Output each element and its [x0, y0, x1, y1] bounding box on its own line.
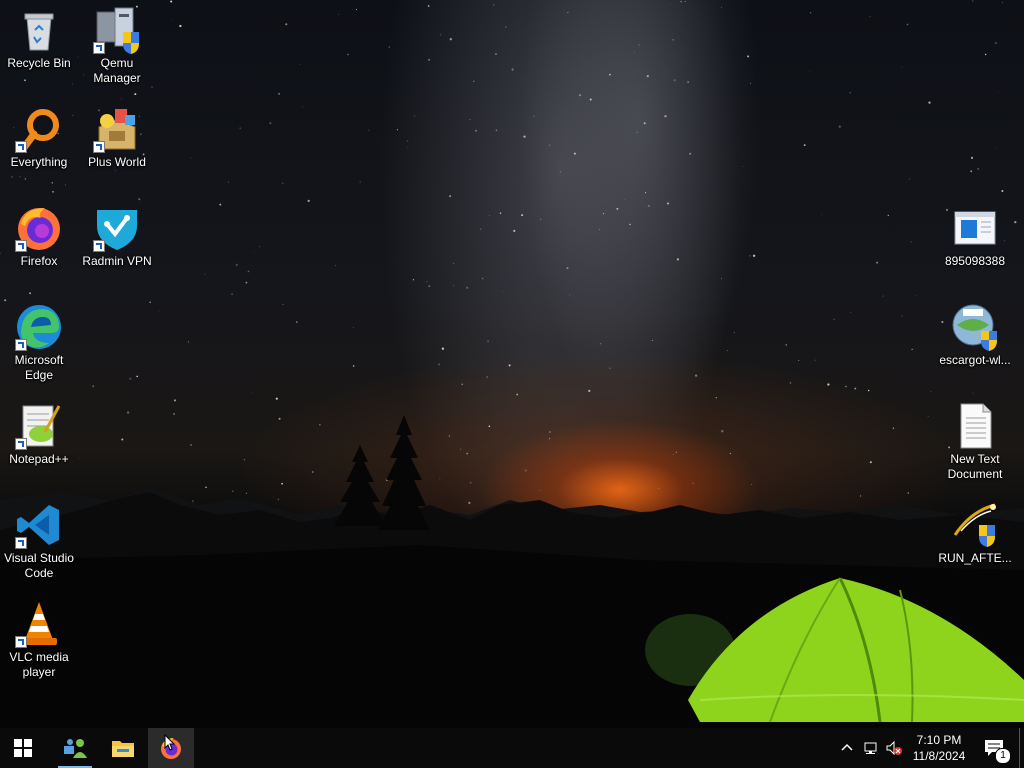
taskbar-app-firefox[interactable] — [148, 728, 194, 768]
desktop-icon-label: escargot-wl... — [939, 353, 1011, 367]
desktop-icon-plus-world[interactable]: Plus World — [79, 105, 155, 170]
qemu-manager-icon — [93, 6, 141, 54]
clock-time: 7:10 PM — [916, 733, 962, 747]
desktop-icon-label: VLC media player — [9, 650, 69, 679]
desktop-icon-firefox[interactable]: Firefox — [1, 204, 77, 269]
volume-muted-icon[interactable] — [886, 740, 902, 756]
network-icon[interactable] — [863, 740, 879, 756]
desktop-icon-label: Visual Studio Code — [4, 551, 74, 580]
everything-search-icon — [15, 105, 63, 153]
desktop-icon-visual-studio-code[interactable]: Visual Studio Code — [1, 501, 77, 581]
file-explorer-icon — [112, 741, 134, 757]
shortcut-arrow-icon — [15, 339, 27, 351]
shortcut-arrow-icon — [93, 141, 105, 153]
desktop-icon-label: Recycle Bin — [7, 56, 71, 70]
taskbar-app-network-users[interactable] — [52, 728, 98, 768]
windows-logo-icon — [14, 739, 32, 757]
vlc-icon — [15, 600, 63, 648]
desktop-icon-microsoft-edge[interactable]: Microsoft Edge — [1, 303, 77, 383]
shortcut-arrow-icon — [15, 537, 27, 549]
desktop-icon-run-after[interactable]: RUN_AFTE... — [937, 501, 1013, 566]
run-after-script-icon — [951, 501, 999, 549]
notepad-plus-plus-icon — [15, 402, 63, 450]
radmin-vpn-icon — [93, 204, 141, 252]
action-center-button[interactable]: 1 — [978, 728, 1018, 768]
shortcut-arrow-icon — [93, 42, 105, 54]
mouse-cursor-icon — [164, 734, 176, 751]
desktop-icon-label: Everything — [10, 155, 68, 169]
shortcut-arrow-icon — [15, 141, 27, 153]
taskbar-app-file-explorer[interactable] — [100, 728, 146, 768]
document-window-icon — [951, 204, 999, 252]
desktop-icon-notepad-plus-plus[interactable]: Notepad++ — [1, 402, 77, 467]
chevron-up-icon[interactable] — [839, 740, 855, 756]
desktop-icon-label: 895098388 — [944, 254, 1006, 268]
escargot-installer-icon — [951, 303, 999, 351]
desktop-icon-895098388[interactable]: 895098388 — [937, 204, 1013, 269]
desktop-icon-label: Notepad++ — [9, 452, 69, 466]
plus-world-icon — [93, 105, 141, 153]
shortcut-arrow-icon — [15, 438, 27, 450]
desktop-icon-everything[interactable]: Everything — [1, 105, 77, 170]
vscode-icon — [15, 501, 63, 549]
desktop-icon-label: Plus World — [88, 155, 146, 169]
network-users-icon — [64, 739, 87, 758]
start-button[interactable] — [0, 728, 46, 768]
desktop-icon-escargot[interactable]: escargot-wl... — [937, 303, 1013, 368]
edge-icon — [15, 303, 63, 351]
desktop-icon-label: Radmin VPN — [82, 254, 152, 268]
shortcut-arrow-icon — [15, 240, 27, 252]
shortcut-arrow-icon — [15, 636, 27, 648]
taskbar: 7:10 PM 11/8/2024 1 — [0, 728, 1024, 768]
desktop-wallpaper[interactable]: Recycle Bin Everything Firefox Microsoft… — [0, 0, 1024, 728]
desktop-icon-label: Qemu Manager — [93, 56, 141, 85]
desktop-icon-radmin-vpn[interactable]: Radmin VPN — [79, 204, 155, 269]
text-document-icon — [951, 402, 999, 450]
desktop-icon-qemu-manager[interactable]: Qemu Manager — [79, 6, 155, 86]
shortcut-arrow-icon — [93, 240, 105, 252]
taskbar-clock[interactable]: 7:10 PM 11/8/2024 — [902, 732, 976, 764]
desktop-icon-new-text-document[interactable]: New Text Document — [937, 402, 1013, 482]
desktop-icon-label: Microsoft Edge — [14, 353, 64, 382]
desktop-icon-label: Firefox — [20, 254, 58, 268]
desktop-icon-label: New Text Document — [947, 452, 1003, 481]
desktop-icon-recycle-bin[interactable]: Recycle Bin — [1, 6, 77, 71]
firefox-icon — [15, 204, 63, 252]
desktop-icon-vlc[interactable]: VLC media player — [1, 600, 77, 680]
notification-count-badge: 1 — [995, 748, 1011, 764]
show-desktop-button[interactable] — [1019, 728, 1024, 768]
recycle-bin-icon — [15, 6, 63, 54]
desktop-icon-label: RUN_AFTE... — [938, 551, 1012, 565]
clock-date: 11/8/2024 — [912, 749, 966, 763]
